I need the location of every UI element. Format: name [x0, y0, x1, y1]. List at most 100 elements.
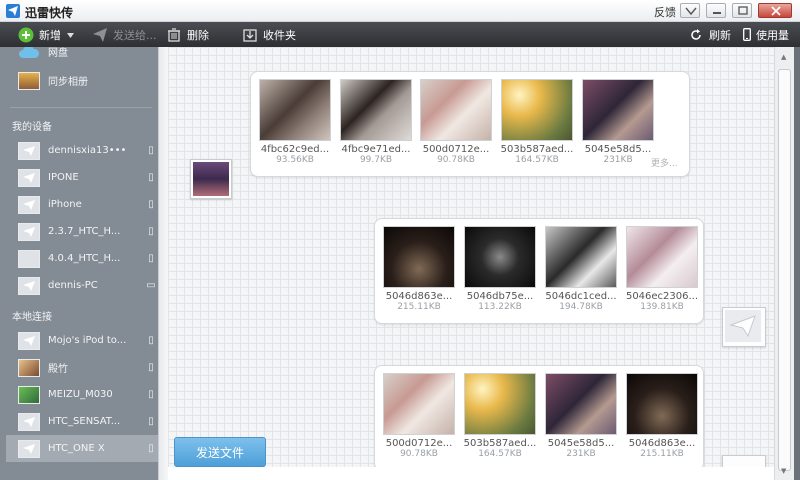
- paper-plane-icon: [18, 331, 40, 350]
- file-size: 113.22KB: [478, 302, 522, 312]
- phone-icon: ▯: [148, 226, 154, 237]
- phone-icon: ▯: [148, 199, 154, 210]
- my-devices-heading: 我的设备: [12, 122, 52, 133]
- file-item[interactable]: 4fbc9e71ed... 99.7KB: [338, 79, 414, 165]
- paper-plane-icon: [18, 222, 40, 241]
- close-button[interactable]: [758, 3, 792, 18]
- phone-icon: ▯: [148, 253, 154, 264]
- file-item[interactable]: 500d0712e... 90.78KB: [381, 373, 457, 459]
- sidebar-item-label: HTC_SENSAT...: [48, 416, 121, 427]
- device-avatar: [18, 385, 40, 404]
- sidebar-item-device[interactable]: IPONE ▯: [6, 164, 158, 191]
- file-item[interactable]: 5045e58d5... 231KB: [580, 79, 656, 165]
- file-thumbnail: [626, 226, 698, 288]
- phone-icon: ▯: [148, 389, 154, 400]
- file-name: 5045e58d5...: [547, 438, 615, 449]
- favorites-button[interactable]: 收件夹: [242, 25, 296, 44]
- file-item[interactable]: 503b587aed... 164.57KB: [499, 79, 575, 165]
- sidebar-item-label: dennisxia13•••: [48, 145, 127, 156]
- scrollbar-thumb[interactable]: [778, 69, 791, 471]
- file-item[interactable]: 5046d863e... 215.11KB: [381, 226, 457, 312]
- my-avatar: [722, 307, 766, 347]
- file-item[interactable]: 503b587aed... 164.57KB: [462, 373, 538, 459]
- file-item[interactable]: 5046d863e... 215.11KB: [624, 373, 700, 459]
- trash-icon: [166, 27, 182, 43]
- sidebar-item-label: dennis-PC: [48, 280, 98, 291]
- feedback-link[interactable]: 反馈: [654, 4, 676, 20]
- refresh-label: 刷新: [709, 28, 731, 42]
- maximize-button[interactable]: [732, 3, 752, 18]
- sidebar-item-label: 4.0.4_HTC_H...: [48, 253, 121, 264]
- file-thumbnail: [383, 226, 455, 288]
- file-thumbnail: [626, 373, 698, 435]
- delete-button[interactable]: 删除: [166, 25, 209, 44]
- file-size: 90.78KB: [437, 155, 475, 165]
- file-name: 5046ec2306...: [625, 291, 699, 302]
- sender-avatar: [190, 159, 232, 199]
- file-thumbnail: [420, 79, 492, 141]
- sidebar-item-device[interactable]: 殿竹 ▯: [6, 354, 158, 381]
- file-thumbnail: [340, 79, 412, 141]
- favorites-label: 收件夹: [263, 28, 296, 42]
- sidebar-item-device[interactable]: iPhone ▯: [6, 191, 158, 218]
- sidebar-item-device[interactable]: MEIZU_M030 ▯: [6, 381, 158, 408]
- scroll-down-icon[interactable]: ▼: [781, 467, 786, 475]
- file-size: 215.11KB: [640, 449, 684, 459]
- new-button[interactable]: 新增: [18, 25, 74, 44]
- sidebar-item-device[interactable]: dennisxia13••• ▯: [6, 137, 158, 164]
- chevron-down-icon: [67, 28, 74, 41]
- skin-button[interactable]: [680, 3, 700, 18]
- file-item[interactable]: 500d0712e... 90.78KB: [418, 79, 494, 165]
- minimize-button[interactable]: [706, 3, 726, 18]
- scroll-up-icon[interactable]: ▲: [781, 53, 786, 61]
- file-size: 194.78KB: [559, 302, 603, 312]
- sidebar-item-device-selected[interactable]: HTC_ONE X ▯: [6, 435, 158, 462]
- paper-plane-icon: [725, 310, 761, 342]
- file-item[interactable]: 5046db75e... 113.22KB: [462, 226, 538, 312]
- file-size: 99.7KB: [359, 155, 393, 165]
- send-file-button[interactable]: 发送文件: [174, 437, 266, 467]
- send-to-button[interactable]: 发送给...: [92, 25, 157, 44]
- file-thumbnail: [464, 226, 536, 288]
- sidebar-item-label: Mojo's iPod to...: [48, 335, 127, 346]
- sidebar-item-label: HTC_ONE X: [48, 443, 105, 454]
- sidebar: 网盘 同步相册 我的设备 dennisxia13••• ▯ IPONE ▯ iP…: [0, 47, 158, 480]
- local-connections-heading: 本地连接: [12, 312, 52, 323]
- sidebar-item-device[interactable]: 2.3.7_HTC_H... ▯: [6, 218, 158, 245]
- sent-message-bubble: 5046d863e... 215.11KB 5046db75e... 113.2…: [374, 218, 704, 324]
- file-item[interactable]: 5046dc1ced... 194.78KB: [543, 226, 619, 312]
- window-edge: [794, 47, 800, 480]
- file-item[interactable]: 5046ec2306... 139.81KB: [624, 226, 700, 312]
- paper-plane-icon: [92, 27, 108, 43]
- vertical-scrollbar[interactable]: ▲ ▼: [774, 47, 794, 480]
- sidebar-splitter[interactable]: [158, 47, 168, 480]
- sidebar-item-netdisk[interactable]: 网盘: [6, 47, 158, 65]
- paper-plane-icon: [18, 439, 40, 458]
- file-item[interactable]: 4fbc62c9ed... 93.56KB: [257, 79, 333, 165]
- sidebar-item-device[interactable]: 4.0.4_HTC_H... ▯: [6, 245, 158, 272]
- more-files-link[interactable]: 更多...: [651, 156, 678, 169]
- sidebar-item-device[interactable]: dennis-PC ▭: [6, 272, 158, 299]
- file-size: 93.56KB: [276, 155, 314, 165]
- sidebar-item-sync-album[interactable]: 同步相册: [6, 67, 158, 94]
- sidebar-item-device[interactable]: HTC_SENSAT... ▯: [6, 408, 158, 435]
- new-label: 新增: [39, 28, 61, 42]
- file-size: 231KB: [566, 449, 596, 459]
- cloud-icon: [18, 47, 40, 61]
- file-name: 500d0712e...: [385, 438, 453, 449]
- conversation-panel: 4fbc62c9ed... 93.56KB 4fbc9e71ed... 99.7…: [168, 47, 774, 467]
- paper-plane-icon: [18, 168, 40, 187]
- usage-button[interactable]: 使用量: [742, 25, 789, 44]
- divider: [10, 107, 152, 108]
- device-avatar: [18, 358, 40, 377]
- file-size: 90.78KB: [400, 449, 438, 459]
- file-name: 4fbc62c9ed...: [260, 144, 330, 155]
- refresh-button[interactable]: 刷新: [688, 25, 731, 44]
- sidebar-item-device[interactable]: Mojo's iPod to... ▯: [6, 327, 158, 354]
- file-name: 5045e58d5...: [584, 144, 652, 155]
- app-logo-icon: [6, 4, 20, 18]
- file-item[interactable]: 5045e58d5... 231KB: [543, 373, 619, 459]
- file-thumbnail: [259, 79, 331, 141]
- sidebar-item-label: 网盘: [48, 48, 68, 59]
- sidebar-item-label: MEIZU_M030: [48, 389, 113, 400]
